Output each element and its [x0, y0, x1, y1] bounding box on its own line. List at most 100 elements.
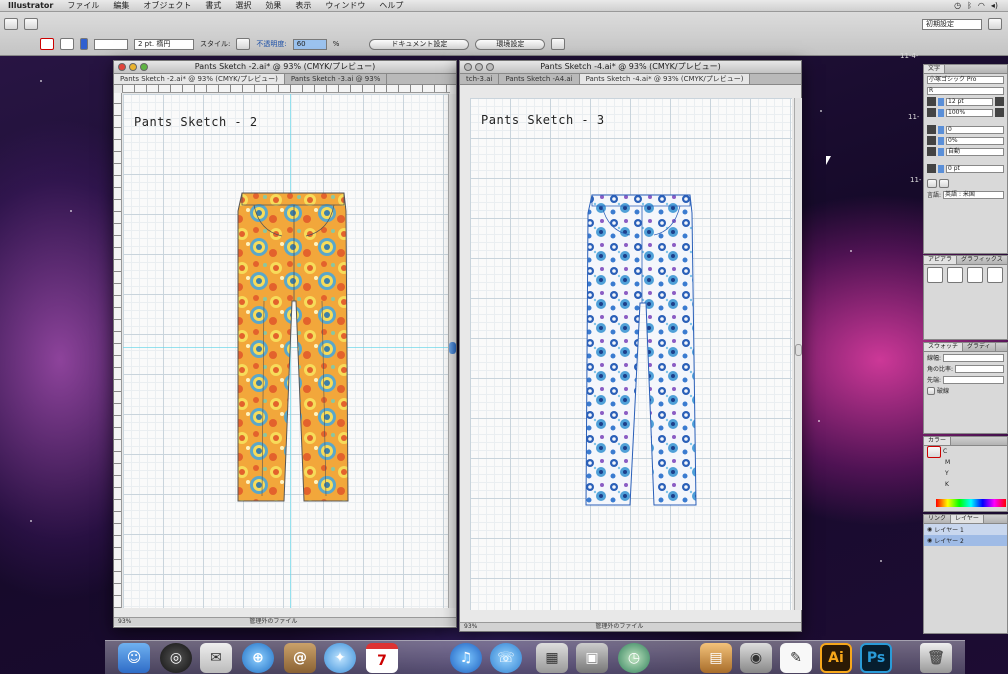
graphic-style-swatch[interactable]	[967, 267, 983, 283]
layer-row[interactable]: ◉ レイヤー 1	[924, 524, 1007, 535]
menu-view[interactable]: 表示	[295, 0, 311, 11]
menu-object[interactable]: オブジェクト	[143, 0, 191, 11]
vertical-scrollbar[interactable]	[448, 94, 456, 608]
style-picker[interactable]	[236, 38, 251, 50]
language-field[interactable]: 英語 : 米国	[943, 190, 1004, 199]
itunes-icon[interactable]: ♫	[450, 643, 482, 673]
fill-swatch[interactable]	[40, 38, 54, 50]
dashboard-icon[interactable]: ◎	[160, 643, 192, 673]
scroll-thumb[interactable]	[795, 344, 802, 356]
window-titlebar[interactable]: Pants Sketch -2.ai* @ 93% (CMYK/プレビュー)	[114, 61, 456, 74]
dashed-checkbox[interactable]	[927, 386, 935, 395]
close-button[interactable]	[118, 63, 126, 71]
mail-icon[interactable]: ✉	[200, 643, 232, 673]
graphic-style-swatch[interactable]	[987, 267, 1003, 283]
preview-icon[interactable]: ◉	[740, 643, 772, 673]
photo-icon[interactable]: ▤	[700, 643, 732, 673]
minimize-button[interactable]	[129, 63, 137, 71]
tab-character[interactable]: 文字	[924, 65, 946, 73]
ichat-icon[interactable]: ☏	[490, 643, 522, 673]
bluetooth-icon[interactable]: ᛒ	[967, 1, 972, 10]
menu-window[interactable]: ウィンドウ	[325, 0, 365, 11]
pants-orange-floral[interactable]	[234, 191, 354, 506]
zoom-button[interactable]	[140, 63, 148, 71]
tab-appearance[interactable]: アピアラ	[924, 256, 958, 264]
tracking-field[interactable]: 0	[946, 125, 1004, 134]
color-spectrum-bar[interactable]	[936, 499, 1006, 507]
layer-row[interactable]: ◉ レイヤー 2	[924, 535, 1007, 546]
trash-icon[interactable]: 🗑	[920, 643, 952, 673]
select-similar-icon[interactable]	[551, 38, 566, 50]
preferences-button[interactable]: 環境設定	[475, 38, 546, 50]
compass-icon[interactable]: ✦	[324, 643, 356, 673]
tab-gradient[interactable]: グラディ	[963, 343, 996, 351]
zoom-button[interactable]	[486, 63, 494, 71]
zoom-level[interactable]: 93%	[464, 623, 477, 631]
bridge-icon[interactable]	[4, 18, 18, 30]
tab-pants-sketch-4[interactable]: Pants Sketch -4.ai* @ 93% (CMYK/プレビュー)	[579, 74, 751, 84]
document-setup-button[interactable]: ドキュメント設定	[369, 38, 470, 50]
brush-definition[interactable]: 2 pt. 楕円	[134, 38, 194, 50]
font-style-field[interactable]: R	[927, 86, 1004, 95]
search-help-icon[interactable]	[988, 18, 1002, 30]
opacity-field[interactable]: 60	[292, 38, 327, 50]
vertical-scrollbar[interactable]	[794, 98, 802, 610]
font-family-field[interactable]: 小塚ゴシック Pro	[927, 75, 1004, 84]
tab-graphic-styles[interactable]: グラフィックス	[957, 256, 1008, 264]
tab-pants-sketch-2[interactable]: Pants Sketch -2.ai* @ 93% (CMYK/プレビュー)	[114, 74, 285, 84]
calculator-icon[interactable]: ▦	[536, 643, 568, 673]
underline-icon[interactable]	[927, 179, 937, 188]
safari-icon[interactable]: ⊕	[242, 643, 274, 673]
arrange-documents-icon[interactable]	[24, 18, 38, 30]
appearance-panel: アピアラ グラフィックス	[923, 255, 1008, 340]
baseline-shift-field[interactable]: 0 pt	[946, 164, 1004, 173]
window-titlebar[interactable]: Pants Sketch -4.ai* @ 93% (CMYK/プレビュー)	[460, 61, 801, 74]
eye-icon[interactable]: ◉	[927, 537, 932, 544]
graphic-style-swatch[interactable]	[927, 267, 943, 283]
tab-sketch-3[interactable]: tch-3.ai	[460, 74, 500, 84]
menu-app-name[interactable]: Illustrator	[8, 1, 53, 10]
menu-help[interactable]: ヘルプ	[379, 0, 403, 11]
tab-links[interactable]: リンク	[924, 515, 952, 523]
stroke-swatch[interactable]	[60, 38, 74, 50]
tab-swatches[interactable]: スウォッチ	[924, 343, 964, 351]
fill-stroke-indicator[interactable]	[927, 445, 941, 458]
time-machine-icon[interactable]: ◷	[618, 643, 650, 673]
menu-select[interactable]: 選択	[235, 0, 251, 11]
graphic-style-swatch[interactable]	[947, 267, 963, 283]
menu-file[interactable]: ファイル	[67, 0, 99, 11]
ical-icon[interactable]: 7	[366, 643, 398, 673]
time-machine-icon[interactable]: ◷	[954, 1, 961, 10]
zoom-level[interactable]: 93%	[118, 618, 131, 626]
stroke-color-icon[interactable]	[80, 38, 88, 50]
auto-field[interactable]: 自動	[946, 147, 1004, 156]
horizontal-scale-field[interactable]: 100%	[946, 108, 993, 117]
pants-blue-floral[interactable]	[584, 193, 702, 509]
status-bar: 93% 管理外のファイル	[460, 622, 801, 631]
close-button[interactable]	[464, 63, 472, 71]
scroll-thumb[interactable]	[449, 342, 456, 354]
illustrator-icon[interactable]: Ai	[820, 643, 852, 673]
stroke-weight-field[interactable]	[94, 38, 128, 50]
textedit-icon[interactable]: ✎	[780, 643, 812, 673]
eye-icon[interactable]: ◉	[927, 526, 932, 533]
workspace-switcher[interactable]: 初期設定	[922, 18, 982, 30]
tab-color[interactable]: カラー	[924, 437, 952, 445]
wifi-icon[interactable]: ◠	[978, 1, 985, 10]
minimize-button[interactable]	[475, 63, 483, 71]
volume-icon[interactable]: ◂)	[991, 1, 998, 10]
tab-pants-sketch-a4[interactable]: Pants Sketch -A4.ai	[499, 74, 580, 84]
address-book-icon[interactable]: @	[284, 643, 316, 673]
spaces-icon[interactable]: ▣	[576, 643, 608, 673]
photoshop-icon[interactable]: Ps	[860, 643, 892, 673]
swatches-panel: スウォッチ グラディ 線幅: 角の比率: 先端: 破線	[923, 342, 1008, 434]
finder-icon[interactable]: ☺	[118, 643, 150, 673]
kerning-field[interactable]: 0%	[946, 136, 1004, 145]
menu-effect[interactable]: 効果	[265, 0, 281, 11]
menu-type[interactable]: 書式	[205, 0, 221, 11]
menu-edit[interactable]: 編集	[113, 0, 129, 11]
tab-pants-sketch-3[interactable]: Pants Sketch -3.ai @ 93%	[285, 74, 388, 84]
tab-layers[interactable]: レイヤー	[951, 515, 984, 523]
strikethrough-icon[interactable]	[939, 179, 949, 188]
font-size-field[interactable]: 12 pt	[946, 97, 993, 106]
